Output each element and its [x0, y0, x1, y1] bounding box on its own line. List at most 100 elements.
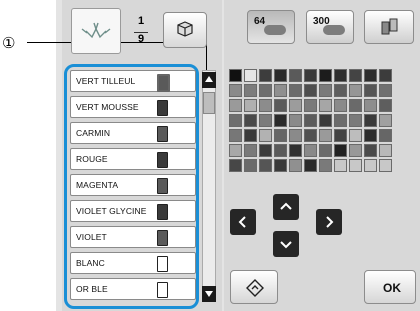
color-swatch[interactable] [244, 99, 257, 112]
color-swatch[interactable] [379, 114, 392, 127]
color-swatch[interactable] [274, 114, 287, 127]
palette-64-button[interactable]: 64 [247, 10, 295, 44]
color-swatch[interactable] [364, 84, 377, 97]
color-swatch[interactable] [244, 114, 257, 127]
scrollbar-thumb[interactable] [203, 92, 215, 114]
color-swatch[interactable] [379, 144, 392, 157]
color-swatch[interactable] [349, 114, 362, 127]
color-swatch[interactable] [229, 99, 242, 112]
color-swatch[interactable] [334, 69, 347, 82]
color-swatch[interactable] [319, 129, 332, 142]
color-swatch[interactable] [379, 99, 392, 112]
color-swatch[interactable] [349, 84, 362, 97]
color-swatch[interactable] [304, 129, 317, 142]
color-swatch[interactable] [244, 69, 257, 82]
color-swatch[interactable] [334, 84, 347, 97]
color-swatch[interactable] [349, 129, 362, 142]
color-swatch[interactable] [319, 99, 332, 112]
color-swatch[interactable] [289, 144, 302, 157]
color-swatch[interactable] [319, 84, 332, 97]
thread-info-button[interactable] [163, 12, 207, 48]
color-swatch[interactable] [289, 84, 302, 97]
move-left-button[interactable] [230, 209, 256, 235]
color-swatch[interactable] [364, 159, 377, 172]
color-swatch[interactable] [349, 99, 362, 112]
move-up-button[interactable] [273, 194, 299, 220]
color-swatch[interactable] [244, 144, 257, 157]
thread-list-item[interactable]: MAGENTA [70, 174, 196, 196]
color-swatch[interactable] [334, 114, 347, 127]
thread-list-item[interactable]: VIOLET [70, 226, 196, 248]
ok-button[interactable]: OK [364, 270, 416, 304]
thread-list-item[interactable]: CARMIN [70, 122, 196, 144]
color-swatch[interactable] [229, 129, 242, 142]
color-swatch[interactable] [274, 144, 287, 157]
color-swatch[interactable] [274, 159, 287, 172]
color-swatch[interactable] [274, 84, 287, 97]
color-swatch[interactable] [229, 69, 242, 82]
scroll-down-button[interactable] [202, 286, 216, 302]
color-swatch[interactable] [364, 99, 377, 112]
color-swatch[interactable] [364, 129, 377, 142]
color-swatch[interactable] [244, 159, 257, 172]
color-swatch[interactable] [349, 159, 362, 172]
color-swatch[interactable] [274, 129, 287, 142]
color-swatch[interactable] [244, 84, 257, 97]
color-swatch[interactable] [319, 159, 332, 172]
color-swatch[interactable] [274, 69, 287, 82]
color-swatch[interactable] [259, 114, 272, 127]
user-thread-palette-button[interactable] [364, 10, 414, 44]
thread-list-item[interactable]: VIOLET GLYCINE [70, 200, 196, 222]
color-swatch[interactable] [229, 159, 242, 172]
color-swatch[interactable] [289, 99, 302, 112]
color-swatch[interactable] [289, 159, 302, 172]
color-swatch[interactable] [289, 69, 302, 82]
color-swatch[interactable] [259, 69, 272, 82]
color-swatch[interactable] [259, 84, 272, 97]
color-swatch[interactable] [259, 144, 272, 157]
thread-list-item[interactable]: OR BLE [70, 278, 196, 300]
color-swatch[interactable] [349, 69, 362, 82]
color-swatch[interactable] [349, 144, 362, 157]
color-swatch[interactable] [319, 69, 332, 82]
color-swatch[interactable] [274, 99, 287, 112]
color-swatch[interactable] [244, 129, 257, 142]
palette-300-button[interactable]: 300 [306, 10, 354, 44]
color-swatch[interactable] [304, 159, 317, 172]
color-swatch[interactable] [319, 144, 332, 157]
color-swatch[interactable] [334, 129, 347, 142]
color-swatch[interactable] [364, 114, 377, 127]
color-swatch[interactable] [304, 114, 317, 127]
scroll-up-button[interactable] [202, 72, 216, 88]
color-swatch[interactable] [379, 129, 392, 142]
color-swatch[interactable] [364, 144, 377, 157]
color-swatch[interactable] [289, 129, 302, 142]
move-down-button[interactable] [273, 231, 299, 257]
thread-list-item[interactable]: VERT TILLEUL [70, 70, 196, 92]
color-swatch[interactable] [304, 84, 317, 97]
color-swatch[interactable] [379, 159, 392, 172]
color-swatch[interactable] [379, 69, 392, 82]
color-swatch[interactable] [229, 84, 242, 97]
color-swatch[interactable] [334, 159, 347, 172]
color-swatch[interactable] [334, 99, 347, 112]
color-swatch[interactable] [379, 84, 392, 97]
color-swatch[interactable] [289, 114, 302, 127]
reset-button[interactable] [230, 270, 278, 304]
color-swatch[interactable] [259, 99, 272, 112]
color-swatch[interactable] [334, 144, 347, 157]
color-swatch[interactable] [364, 69, 377, 82]
color-swatch[interactable] [304, 99, 317, 112]
color-swatch[interactable] [229, 144, 242, 157]
color-swatch[interactable] [229, 114, 242, 127]
callout-leader-line-vertical [206, 42, 207, 72]
thread-list-item[interactable]: VERT MOUSSE [70, 96, 196, 118]
move-right-button[interactable] [316, 209, 342, 235]
color-swatch[interactable] [304, 144, 317, 157]
color-swatch[interactable] [259, 159, 272, 172]
thread-list-item[interactable]: BLANC [70, 252, 196, 274]
thread-list-item[interactable]: ROUGE [70, 148, 196, 170]
color-swatch[interactable] [259, 129, 272, 142]
color-swatch[interactable] [319, 114, 332, 127]
color-swatch[interactable] [304, 69, 317, 82]
